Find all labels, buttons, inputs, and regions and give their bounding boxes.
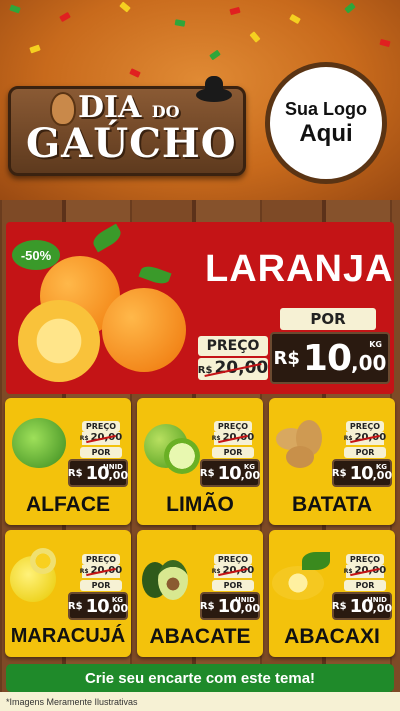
featured-product-name: LARANJA: [205, 248, 394, 290]
logo-line2: Aqui: [299, 119, 353, 147]
sale-price: R$ 10,00 KG: [270, 332, 390, 384]
label-preco: PREÇO: [82, 554, 120, 565]
passion-fruit-image: [30, 548, 56, 574]
avocado-image: [158, 560, 188, 600]
label-por: POR: [80, 447, 122, 458]
product-name: BATATA: [291, 493, 373, 516]
orange-image: [102, 288, 186, 372]
footnote: *Imagens Meramente Ilustrativas: [0, 692, 400, 711]
sale-price: R$ 10,00 KG: [332, 459, 392, 487]
label-por: POR: [212, 580, 254, 591]
potato-image: [286, 446, 314, 468]
label-preco: PREÇO: [214, 421, 252, 432]
label-preco: PREÇO: [346, 554, 384, 565]
hat-icon: [196, 76, 232, 102]
label-preco: PREÇO: [214, 554, 252, 565]
pineapple-image: [272, 566, 324, 600]
sale-price: R$ 10,00 UNID: [68, 459, 128, 487]
label-por: POR: [212, 447, 254, 458]
product-name: ALFACE: [26, 493, 110, 516]
lettuce-image: [12, 418, 66, 468]
logo-placeholder[interactable]: Sua Logo Aqui: [265, 62, 387, 184]
sale-price: R$ 10,00 KG: [200, 459, 260, 487]
cta-banner[interactable]: Crie seu encarte com este tema!: [6, 664, 394, 692]
label-por: POR: [344, 447, 386, 458]
label-por: POR: [80, 580, 122, 591]
sale-price: R$ 10,00 UNID: [332, 592, 392, 620]
label-por: POR: [280, 308, 376, 330]
label-preco: PREÇO: [82, 421, 120, 432]
label-preco: PREÇO: [346, 421, 384, 432]
logo-line1: Sua Logo: [285, 98, 367, 119]
product-name: ABACAXI: [284, 625, 380, 648]
orange-slice-image: [18, 300, 100, 382]
product-name: ABACATE: [149, 625, 251, 648]
sale-price: R$ 10,00 KG: [68, 592, 128, 620]
discount-badge: -50%: [12, 240, 60, 270]
title-line2: GAÚCHO: [26, 120, 237, 167]
product-name: LIMÃO: [166, 493, 234, 516]
lime-image: [164, 438, 200, 474]
label-preco: PREÇO: [198, 336, 268, 356]
sale-price: R$ 10,00 UNID: [200, 592, 260, 620]
label-por: POR: [344, 580, 386, 591]
pineapple-leaves-image: [302, 552, 330, 570]
product-name: MARACUJÁ: [10, 625, 126, 647]
